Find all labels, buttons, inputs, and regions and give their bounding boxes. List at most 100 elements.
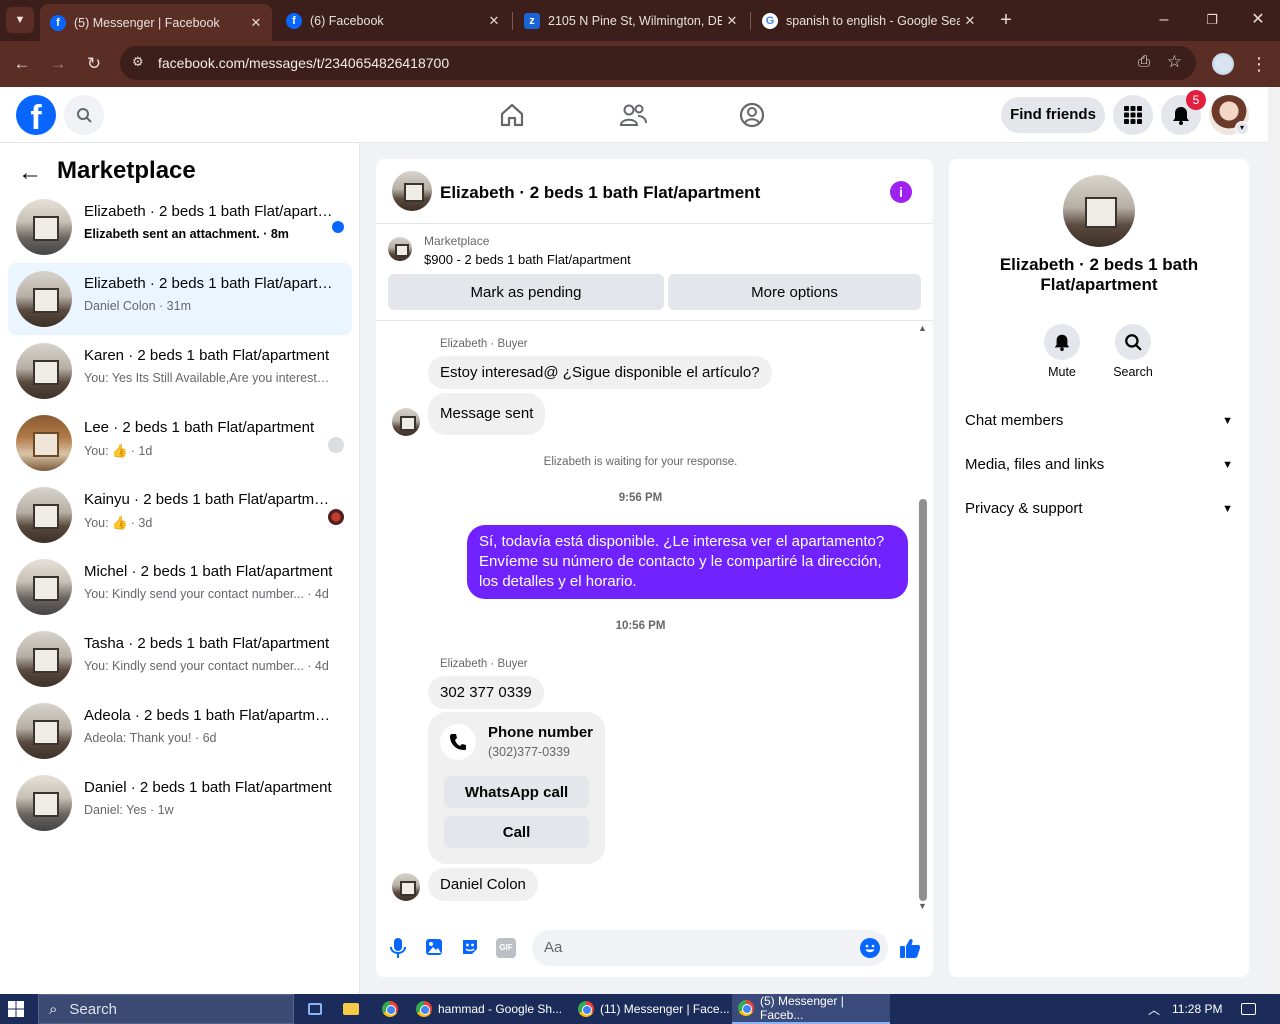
tab-facebook[interactable]: f (6) Facebook ✕: [276, 6, 510, 35]
listing-avatar: [16, 487, 72, 543]
back-arrow-icon[interactable]: ←: [10, 52, 34, 76]
chat-scrollbar-thumb[interactable]: [919, 499, 927, 901]
search-button[interactable]: [64, 95, 104, 135]
start-button[interactable]: [8, 994, 30, 1024]
conversation-title: Karen · 2 beds 1 bath Flat/apartment: [84, 347, 330, 364]
home-nav-button[interactable]: [498, 101, 528, 131]
conversation-preview: You: 👍 · 3d: [84, 515, 336, 531]
new-tab-button[interactable]: +: [994, 8, 1018, 32]
forward-arrow-icon[interactable]: →: [46, 52, 70, 76]
chat-header-avatar[interactable]: [392, 171, 432, 211]
listing-description[interactable]: $900 - 2 beds 1 bath Flat/apartment: [424, 252, 631, 267]
conversation-title: Lee · 2 beds 1 bath Flat/apartment: [84, 419, 315, 436]
site-info-icon[interactable]: ⚙: [132, 54, 144, 70]
taskbar-app-messenger-11[interactable]: (11) Messenger | Face...: [572, 994, 730, 1024]
conversation-item[interactable]: Kainyu · 2 beds 1 bath Flat/apartment Yo…: [8, 479, 352, 551]
conversation-preview: Adeola: Thank you! · 6d: [84, 731, 217, 745]
attach-photo-button[interactable]: [424, 937, 446, 959]
minimize-window-button[interactable]: –: [1150, 8, 1178, 32]
chrome-icon: [738, 1000, 754, 1016]
tab-label: 2105 N Pine St, Wilmington, DE: [548, 13, 722, 28]
chat-members-section[interactable]: Chat members ▼: [965, 412, 1233, 429]
chevron-down-icon: ▼: [1222, 502, 1233, 515]
chat-scroll-up-icon[interactable]: ▲: [918, 323, 927, 333]
more-options-button[interactable]: More options: [668, 274, 921, 310]
conversation-item[interactable]: Karen · 2 beds 1 bath Flat/apartment You…: [8, 335, 352, 407]
notification-center-icon[interactable]: [1238, 994, 1258, 1024]
conversation-item[interactable]: Tasha · 2 beds 1 bath Flat/apartment You…: [8, 623, 352, 695]
conversation-item[interactable]: Elizabeth · 2 beds 1 bath Flat/apartment…: [8, 191, 352, 263]
conversation-item[interactable]: Michel · 2 beds 1 bath Flat/apartment Yo…: [8, 551, 352, 623]
message-bubble[interactable]: Message sent: [428, 393, 546, 435]
chevron-down-icon: ▼: [1222, 458, 1233, 471]
conversation-preview: You: Kindly send your contact number... …: [84, 659, 329, 673]
task-view-icon[interactable]: [304, 994, 326, 1024]
close-tab-icon[interactable]: ✕: [960, 13, 980, 29]
gif-button[interactable]: GIF: [496, 938, 516, 958]
bookmark-star-icon[interactable]: ☆: [1167, 52, 1182, 72]
conversation-title: Kainyu · 2 beds 1 bath Flat/apartment: [84, 491, 334, 508]
whatsapp-call-button[interactable]: WhatsApp call: [444, 776, 589, 808]
menu-button[interactable]: [1113, 95, 1153, 135]
reload-icon[interactable]: ↻: [82, 52, 106, 76]
send-like-button[interactable]: [898, 936, 922, 960]
find-friends-button[interactable]: Find friends: [1001, 97, 1105, 133]
tab-zillow[interactable]: z 2105 N Pine St, Wilmington, DE ✕: [514, 6, 748, 35]
conversation-item[interactable]: Lee · 2 beds 1 bath Flat/apartment You: …: [8, 407, 352, 479]
facebook-logo-icon[interactable]: f: [16, 95, 56, 135]
chat-scroll-down-icon[interactable]: ▼: [918, 901, 927, 911]
listing-avatar: [16, 703, 72, 759]
restore-window-button[interactable]: ❐: [1198, 8, 1226, 32]
page-scrollbar[interactable]: [1268, 87, 1280, 994]
account-chevron-icon[interactable]: ▾: [1235, 121, 1249, 135]
conversation-info-button[interactable]: i: [890, 181, 912, 203]
message-input[interactable]: Aa: [532, 930, 888, 966]
chat-title[interactable]: Elizabeth · 2 beds 1 bath Flat/apartment: [440, 183, 760, 203]
tab-divider: [750, 12, 751, 30]
tab-search-button[interactable]: ▼: [6, 7, 34, 33]
mute-button[interactable]: [1044, 324, 1080, 360]
taskbar-clock[interactable]: 11:28 PM: [1172, 994, 1228, 1024]
close-tab-icon[interactable]: ✕: [246, 15, 266, 31]
browser-menu-icon[interactable]: ⋮: [1250, 51, 1268, 77]
privacy-support-section[interactable]: Privacy & support ▼: [965, 500, 1233, 517]
search-in-conversation-button[interactable]: [1115, 324, 1151, 360]
chrome-taskbar-icon[interactable]: [380, 994, 400, 1024]
taskbar-app-sheets[interactable]: hammad - Google Sh...: [410, 994, 568, 1024]
close-tab-icon[interactable]: ✕: [722, 13, 742, 29]
back-arrow-icon[interactable]: ←: [18, 159, 42, 187]
tab-google[interactable]: G spanish to english - Google Sear ✕: [752, 6, 986, 35]
system-tray-chevron-icon[interactable]: ︿: [1146, 994, 1162, 1024]
message-bubble[interactable]: Daniel Colon: [428, 868, 538, 901]
taskbar-app-messenger-5[interactable]: (5) Messenger | Faceb...: [732, 994, 890, 1024]
address-bar[interactable]: ⚙ facebook.com/messages/t/23406548264187…: [120, 46, 1196, 80]
conversation-title: Daniel · 2 beds 1 bath Flat/apartment: [84, 779, 332, 796]
taskbar-search-box[interactable]: ⌕ Search: [38, 994, 294, 1024]
message-bubble[interactable]: Estoy interesad@ ¿Sigue disponible el ar…: [428, 356, 772, 389]
media-files-links-section[interactable]: Media, files and links ▼: [965, 456, 1233, 473]
conversation-preview: You: 👍 · 1d: [84, 443, 336, 459]
tab-messenger[interactable]: f (5) Messenger | Facebook ✕: [40, 4, 272, 41]
install-app-icon[interactable]: ⎙: [1138, 53, 1150, 70]
conversation-item[interactable]: Daniel · 2 beds 1 bath Flat/apartment Da…: [8, 767, 352, 839]
emoji-button[interactable]: [860, 938, 880, 958]
browser-toolbar: ← → ↻ ⚙ facebook.com/messages/t/23406548…: [0, 41, 1280, 87]
conversation-item-selected[interactable]: Elizabeth · 2 beds 1 bath Flat/apartment…: [8, 263, 352, 335]
details-avatar[interactable]: [1063, 175, 1135, 247]
message-bubble[interactable]: 302 377 0339: [428, 676, 544, 709]
profile-avatar[interactable]: [1212, 53, 1234, 75]
close-window-button[interactable]: ✕: [1244, 8, 1272, 32]
groups-nav-button[interactable]: [738, 101, 768, 131]
close-tab-icon[interactable]: ✕: [484, 13, 504, 29]
tab-label: (5) Messenger | Facebook: [74, 15, 220, 30]
call-button[interactable]: Call: [444, 816, 589, 848]
my-message-bubble[interactable]: Sí, todavía está disponible. ¿Le interes…: [467, 525, 908, 599]
sticker-button[interactable]: [460, 937, 482, 959]
thumbs-up-icon: [900, 939, 921, 958]
file-explorer-icon[interactable]: [340, 994, 362, 1024]
voice-clip-button[interactable]: [388, 937, 410, 959]
mark-as-pending-button[interactable]: Mark as pending: [388, 274, 664, 310]
friends-nav-button[interactable]: [618, 101, 650, 131]
facebook-header: f Find friends 5 ▾: [0, 87, 1268, 143]
conversation-item[interactable]: Adeola · 2 beds 1 bath Flat/apartment Ad…: [8, 695, 352, 767]
